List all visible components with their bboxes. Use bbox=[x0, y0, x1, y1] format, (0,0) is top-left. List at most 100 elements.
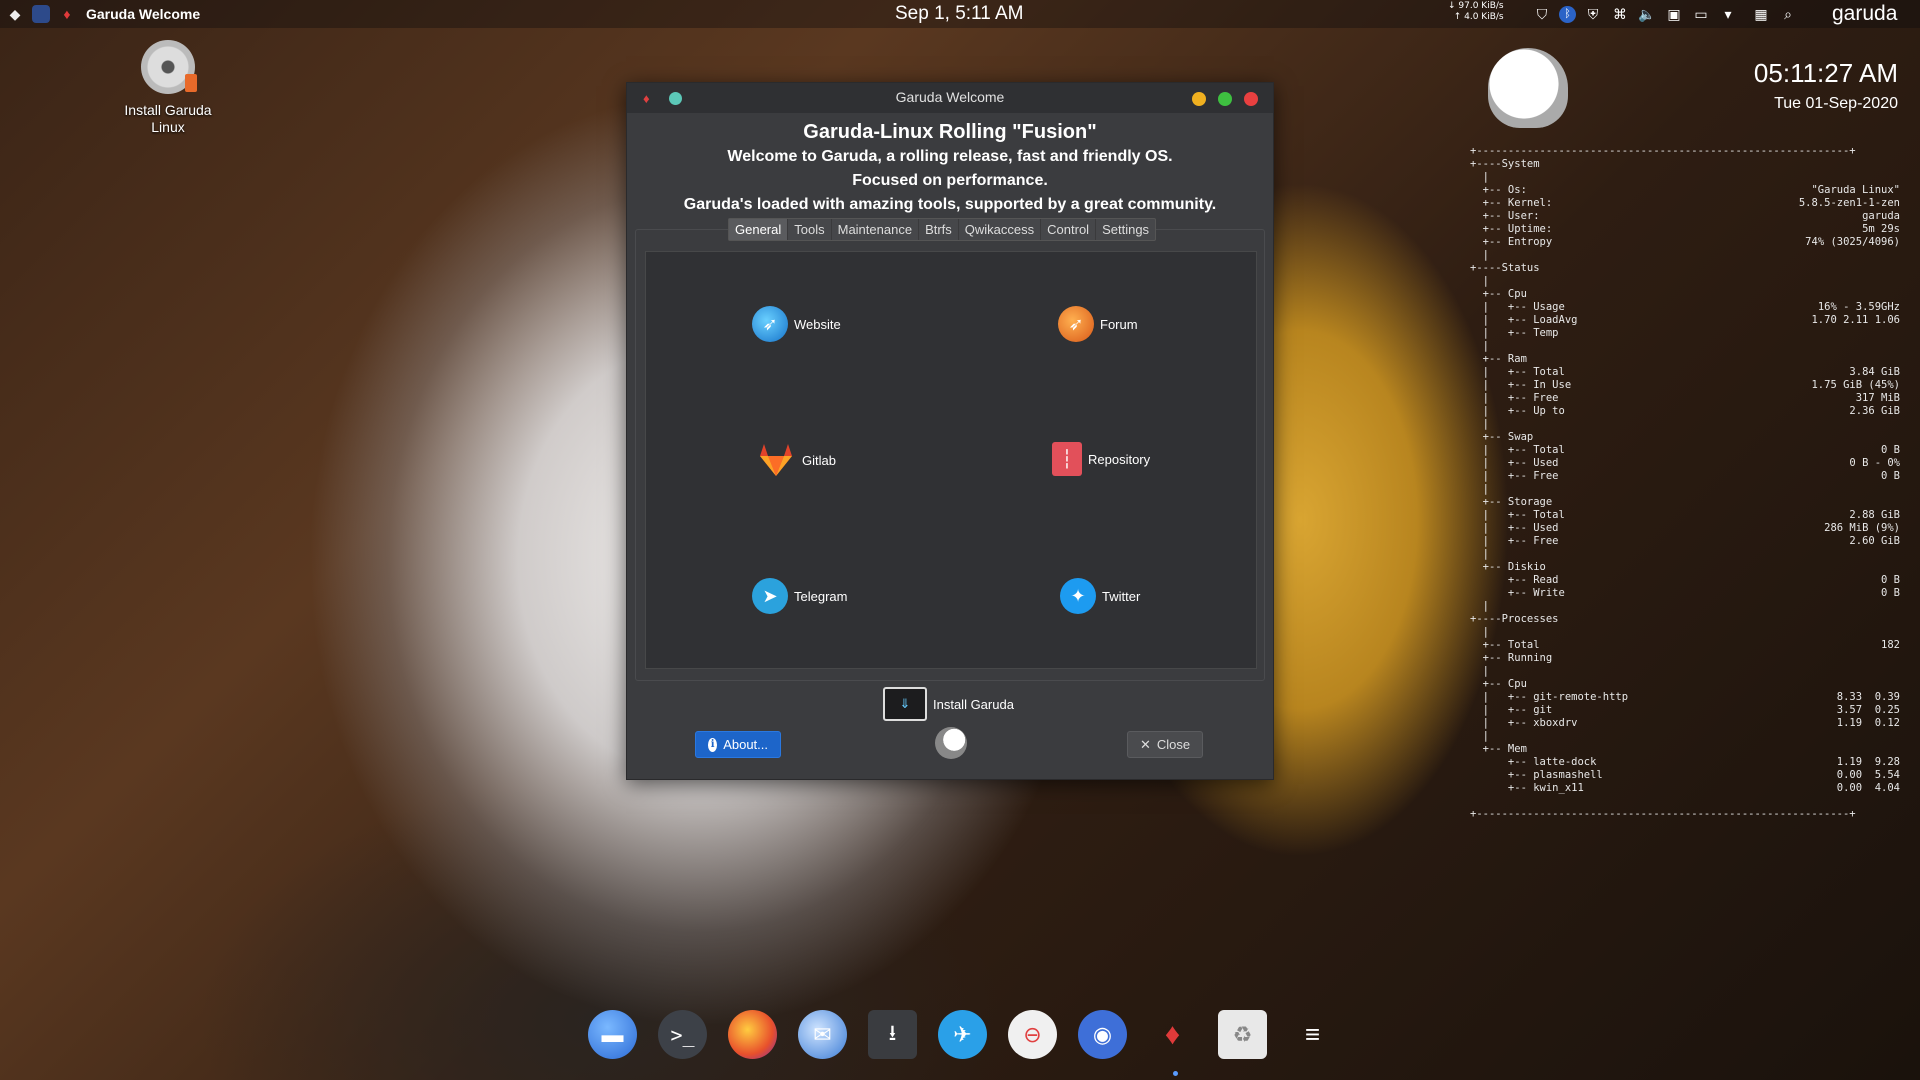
conky-row-label: +-- Read bbox=[1470, 574, 1559, 586]
conky-row: | +-- In Use 1.75 GiB (45%) bbox=[1470, 379, 1900, 392]
conky-row-label: | +-- Free bbox=[1470, 392, 1559, 404]
welcome-line-1: Welcome to Garuda, a rolling release, fa… bbox=[727, 148, 1173, 165]
command-icon[interactable]: ⌘ bbox=[1610, 4, 1630, 24]
conky-row-label: | +-- Total bbox=[1470, 509, 1565, 521]
twitter-label: Twitter bbox=[1102, 588, 1141, 604]
tab-tools[interactable]: Tools bbox=[788, 219, 832, 240]
close-label: Close bbox=[1156, 737, 1191, 752]
conky-row-label: +---------------------------------------… bbox=[1470, 145, 1856, 157]
net-down-speed: ↓ 97.0 KiB/s bbox=[1448, 1, 1504, 11]
toggle-settings-icon[interactable]: ◉ bbox=[1078, 1010, 1127, 1059]
minimize-button[interactable] bbox=[1192, 92, 1206, 106]
file-manager-icon[interactable]: ▬ bbox=[588, 1010, 637, 1059]
firefox-icon[interactable] bbox=[728, 1010, 777, 1059]
conky-row-label: +-- Write bbox=[1470, 587, 1565, 599]
close-window-button[interactable] bbox=[1244, 92, 1258, 106]
general-tab-panel: ➶ Website ➶ Forum Gitlab ┆ Repository ➤ … bbox=[645, 251, 1257, 669]
thunderbird-icon[interactable]: ✉ bbox=[798, 1010, 847, 1059]
conky-row: +-- Os: "Garuda Linux" bbox=[1470, 184, 1900, 197]
volume-icon[interactable]: 🔈 bbox=[1637, 4, 1657, 24]
conky-row-value: 16% - 3.59GHz bbox=[1817, 301, 1900, 313]
repository-icon: ┆ bbox=[1052, 442, 1082, 476]
garuda-welcome-window: ♦ Garuda Welcome Garuda-Linux Rolling "F… bbox=[626, 82, 1274, 780]
telegram-icon: ➤ bbox=[752, 578, 788, 614]
panel-username[interactable]: garuda bbox=[1832, 2, 1897, 26]
display-icon[interactable]: ▭ bbox=[1691, 4, 1711, 24]
trash-icon[interactable]: ♻ bbox=[1218, 1010, 1267, 1059]
about-label: About... bbox=[723, 737, 768, 752]
bird-app-icon[interactable]: ✈ bbox=[938, 1010, 987, 1059]
conky-row-label: | bbox=[1470, 483, 1489, 495]
panel-clock[interactable]: Sep 1, 5:11 AM bbox=[895, 3, 1024, 25]
chevron-down-icon[interactable]: ▾ bbox=[1718, 4, 1738, 24]
window-titlebar[interactable]: ♦ Garuda Welcome bbox=[627, 83, 1273, 113]
tab-control[interactable]: Control bbox=[1041, 219, 1097, 240]
twitter-icon: ✦ bbox=[1060, 578, 1096, 614]
conky-row-label: | +-- Used bbox=[1470, 522, 1559, 534]
conky-row-label: | +-- xboxdrv bbox=[1470, 717, 1578, 729]
conky-row: +-- latte-dock 1.19 9.28 bbox=[1470, 756, 1900, 769]
website-link[interactable]: ➶ Website bbox=[752, 306, 841, 342]
conky-row: | +-- Usage 16% - 3.59GHz bbox=[1470, 301, 1900, 314]
bluetooth-icon[interactable]: ᛒ bbox=[1559, 5, 1576, 23]
conky-row-label: | +-- Total bbox=[1470, 444, 1565, 456]
network-speed: ↓ 97.0 KiB/s ↑ 4.0 KiB/s bbox=[1448, 1, 1504, 23]
calculator-icon[interactable]: ⊖ bbox=[1008, 1010, 1057, 1059]
conky-row-label: | +-- LoadAvg bbox=[1470, 314, 1578, 326]
tab-settings[interactable]: Settings bbox=[1096, 219, 1155, 240]
conky-row-label: | +-- Used bbox=[1470, 457, 1559, 469]
conky-row-label: | +-- Temp bbox=[1470, 327, 1559, 339]
desktop-icon-install-garuda[interactable]: Install Garuda Linux bbox=[118, 40, 218, 136]
gitlab-link[interactable]: Gitlab bbox=[756, 442, 836, 478]
gitlab-label: Gitlab bbox=[802, 452, 836, 468]
active-window-title[interactable]: Garuda Welcome bbox=[86, 6, 200, 22]
conky-row-value: 1.19 9.28 bbox=[1836, 756, 1900, 768]
conky-row: | +-- Used 286 MiB (9%) bbox=[1470, 522, 1900, 535]
clipboard-icon[interactable]: ▣ bbox=[1664, 4, 1684, 24]
desktop-icon-label: Install Garuda Linux bbox=[124, 102, 212, 135]
checkmark-shield-icon[interactable]: ⛨ bbox=[1583, 4, 1603, 24]
conky-row-label: +-- Running bbox=[1470, 652, 1553, 664]
terminal-icon[interactable]: >_ bbox=[658, 1010, 707, 1059]
conky-row-value: 2.60 GiB bbox=[1849, 535, 1900, 547]
conky-row-label: | bbox=[1470, 548, 1489, 560]
close-button[interactable]: ✕ Close bbox=[1127, 731, 1203, 758]
garuda-launcher-icon[interactable]: ◆ bbox=[4, 3, 26, 25]
conky-row-value: 286 MiB (9%) bbox=[1824, 522, 1900, 534]
conky-row: +-- Kernel: 5.8.5-zen1-1-zen bbox=[1470, 197, 1900, 210]
search-icon[interactable]: ⌕ bbox=[1778, 4, 1798, 24]
conky-row-value: 0 B bbox=[1881, 587, 1900, 599]
twitter-link[interactable]: ✦ Twitter bbox=[1060, 578, 1140, 614]
conky-row: +-- plasmashell 0.00 5.54 bbox=[1470, 769, 1900, 782]
pager-icon[interactable] bbox=[32, 5, 50, 23]
shield-icon[interactable]: ⛉ bbox=[1532, 4, 1552, 24]
conky-row-label: | +-- git-remote-http bbox=[1470, 691, 1629, 703]
conky-row-label: +----System bbox=[1470, 158, 1540, 170]
telegram-link[interactable]: ➤ Telegram bbox=[752, 578, 847, 614]
downloader-icon[interactable]: ⭳ bbox=[868, 1010, 917, 1059]
tab-general[interactable]: General bbox=[729, 219, 789, 240]
tab-maintenance[interactable]: Maintenance bbox=[832, 219, 920, 240]
conky-row-label: | +-- Usage bbox=[1470, 301, 1565, 313]
conky-row-label: | bbox=[1470, 665, 1489, 677]
conky-row-label: +-- latte-dock bbox=[1470, 756, 1597, 768]
maximize-button[interactable] bbox=[1218, 92, 1232, 106]
menu-icon[interactable]: ≡ bbox=[1288, 1010, 1337, 1059]
garuda-website-icon: ➶ bbox=[752, 306, 788, 342]
chip-icon[interactable]: ▦ bbox=[1751, 4, 1771, 24]
install-garuda-button[interactable]: ⇓ Install Garuda bbox=[883, 687, 1014, 721]
conky-row-value: 1.19 0.12 bbox=[1836, 717, 1900, 729]
conky-row-value: 0.00 5.54 bbox=[1836, 769, 1900, 781]
conky-row-label: +-- Cpu bbox=[1470, 678, 1527, 690]
conky-row: | bbox=[1470, 418, 1900, 431]
about-button[interactable]: i About... bbox=[695, 731, 781, 758]
task-garuda-welcome-icon[interactable]: ♦ bbox=[56, 3, 78, 25]
repository-link[interactable]: ┆ Repository bbox=[1052, 442, 1150, 476]
forum-link[interactable]: ➶ Forum bbox=[1058, 306, 1138, 342]
tab-btrfs[interactable]: Btrfs bbox=[919, 219, 959, 240]
garuda-welcome-icon[interactable]: ♦ bbox=[1148, 1010, 1197, 1059]
tab-qwikaccess[interactable]: Qwikaccess bbox=[959, 219, 1042, 240]
conky-row-label: | +-- Free bbox=[1470, 470, 1559, 482]
conky-row-label: +-- Swap bbox=[1470, 431, 1534, 443]
conky-row-label: +-- User: bbox=[1470, 210, 1540, 222]
